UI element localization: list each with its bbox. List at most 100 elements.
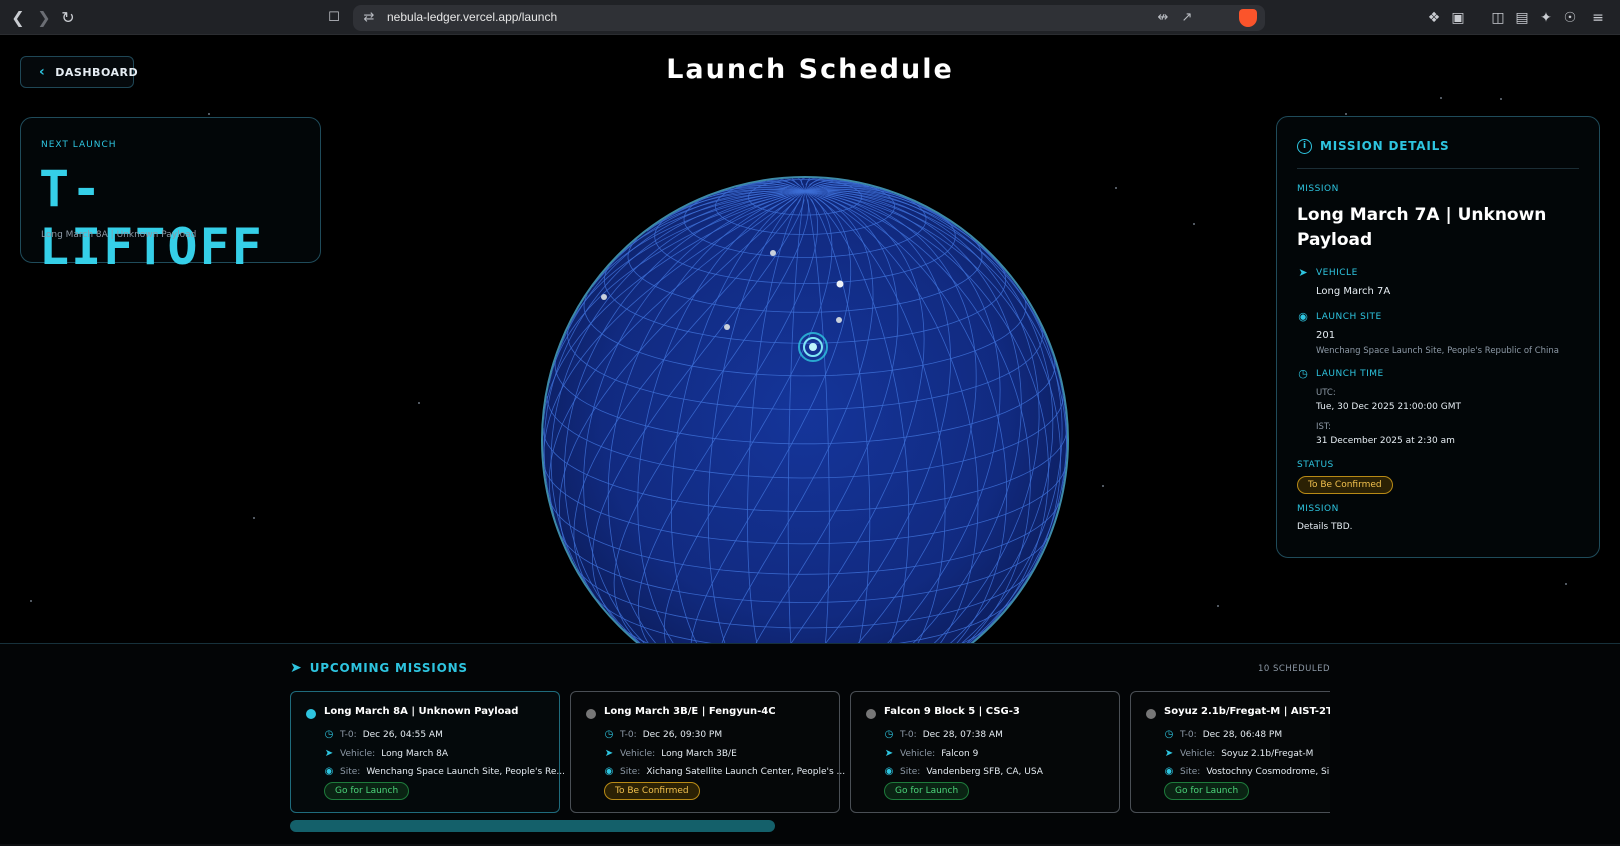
site-key: Site: <box>1180 766 1201 777</box>
menu-icon[interactable]: ≡ <box>1588 8 1608 28</box>
vehicle-key: Vehicle: <box>620 748 656 759</box>
translate-icon[interactable]: ↮ <box>1153 8 1173 28</box>
location-pin-icon: ◉ <box>324 766 334 777</box>
launch-site-marker[interactable] <box>770 250 776 256</box>
launch-site-marker[interactable] <box>836 280 844 288</box>
clock-icon: ◷ <box>1164 729 1174 740</box>
reload-icon[interactable]: ↻ <box>58 8 78 28</box>
t0-value: Dec 26, 04:55 AM <box>362 729 443 740</box>
mission-status-dot <box>586 709 596 719</box>
sidebar-icon[interactable]: ◫ <box>1488 8 1508 28</box>
mission-label: MISSION <box>1297 184 1339 194</box>
mission-card-site: ◉ Site: Xichang Satellite Launch Center, P… <box>604 766 846 777</box>
selected-site-dot <box>809 343 817 351</box>
utc-value: Tue, 30 Dec 2025 21:00:00 GMT <box>1316 402 1461 412</box>
star <box>1102 485 1104 487</box>
upcoming-missions-heading: UPCOMING MISSIONS <box>309 661 468 675</box>
status-badge: To Be Confirmed <box>1297 476 1393 494</box>
status-label: STATUS <box>1297 460 1334 470</box>
scheduled-count: 10 SCHEDULED <box>1257 664 1330 674</box>
launch-site-value: Wenchang Space Launch Site, People's Rep… <box>1316 346 1559 356</box>
location-pin-icon: ◉ <box>884 766 894 777</box>
share-icon[interactable]: ↗ <box>1177 8 1197 28</box>
mission-details-heading: MISSION DETAILS <box>1320 139 1450 153</box>
site-key: Site: <box>340 766 361 777</box>
address-bar[interactable]: ⇄ nebula-ledger.vercel.app/launch ↮ ↗ <box>353 5 1265 31</box>
vehicle-key: Vehicle: <box>340 748 376 759</box>
clock-icon: ◷ <box>884 729 894 740</box>
launch-site-marker[interactable] <box>601 294 607 300</box>
mission-details-header: i MISSION DETAILS <box>1297 139 1579 169</box>
star <box>1115 187 1117 189</box>
selected-site-marker[interactable] <box>798 332 828 362</box>
star <box>1500 98 1502 100</box>
site-key: Site: <box>900 766 921 777</box>
bookmark-icon[interactable]: ☐ <box>324 8 344 28</box>
vehicle-value: Long March 8A <box>381 748 449 759</box>
mission-carousel[interactable]: Long March 8A | Unknown Payload ◷ T-0: Dec… <box>290 691 1330 816</box>
upcoming-missions-header: ➤ UPCOMING MISSIONS <box>290 660 468 676</box>
mission-card-site: ◉ Site: Wenchang Space Launch Site, People… <box>324 766 565 777</box>
next-launch-mission: Long March 8A | Unknown Payload <box>41 230 197 240</box>
next-launch-label: NEXT LAUNCH <box>41 140 117 150</box>
extensions-icon[interactable]: ❖ <box>1424 8 1444 28</box>
vehicle-value: Long March 3B/E <box>661 748 737 759</box>
carousel-scrollbar[interactable] <box>290 820 1330 832</box>
vpn-shield-icon[interactable]: ☉ <box>1560 8 1580 28</box>
star <box>30 600 32 602</box>
globe-sphere <box>541 176 1069 645</box>
globe[interactable] <box>540 175 1070 645</box>
launch-pad-value: 201 <box>1316 330 1336 341</box>
mission-card[interactable]: Falcon 9 Block 5 | CSG-3 ◷ T-0: Dec 28, 07… <box>850 691 1120 813</box>
mission-status-dot <box>866 709 876 719</box>
brave-shield-icon[interactable] <box>1239 9 1257 27</box>
mission-card-site: ◉ Site: Vostochny Cosmodrome, Siber <box>1164 766 1330 777</box>
launch-site-marker[interactable] <box>724 324 730 330</box>
launch-time-label: LAUNCH TIME <box>1316 369 1384 379</box>
star <box>1440 97 1442 99</box>
ist-value: 31 December 2025 at 2:30 am <box>1316 436 1455 446</box>
back-arrow-icon[interactable]: ❮ <box>8 8 28 28</box>
clock-icon: ◷ <box>324 729 334 740</box>
mission-card[interactable]: Soyuz 2.1b/Fregat-M | AIST-2T 01 & ◷ T-0:… <box>1130 691 1330 813</box>
location-pin-icon: ◉ <box>604 766 614 777</box>
leo-ai-icon[interactable]: ✦ <box>1536 8 1556 28</box>
forward-arrow-icon[interactable]: ❯ <box>34 8 54 28</box>
wallet-icon[interactable]: ▤ <box>1512 8 1532 28</box>
rocket-icon: ➤ <box>604 748 614 759</box>
url-text: nebula-ledger.vercel.app/launch <box>387 10 558 24</box>
mission-desc-label: MISSION <box>1297 504 1339 514</box>
countdown-value: T-LIFTOFF <box>39 160 264 276</box>
mission-description: Details TBD. <box>1297 522 1353 532</box>
scrollbar-thumb[interactable] <box>290 820 775 832</box>
mission-card-title: Long March 3B/E | Fengyun-4C <box>604 706 776 717</box>
mission-card-vehicle: ➤ Vehicle: Long March 8A <box>324 748 448 759</box>
mission-card[interactable]: Long March 8A | Unknown Payload ◷ T-0: Dec… <box>290 691 565 813</box>
vehicle-value: Soyuz 2.1b/Fregat-M <box>1221 748 1314 759</box>
browser-toolbar: ❮ ❯ ↻ ☐ ⇄ nebula-ledger.vercel.app/launc… <box>0 0 1620 35</box>
location-pin-icon: ◉ <box>1164 766 1174 777</box>
star <box>208 113 210 115</box>
mission-card[interactable]: Long March 3B/E | Fengyun-4C ◷ T-0: Dec 26… <box>570 691 845 813</box>
globe-viewport[interactable] <box>540 175 1070 645</box>
site-info-icon[interactable]: ⇄ <box>359 8 379 28</box>
t0-key: T-0: <box>900 729 917 740</box>
vehicle-value: Long March 7A <box>1316 286 1391 297</box>
mission-card-t0: ◷ T-0: Dec 26, 04:55 AM <box>324 729 443 740</box>
site-value: Vandenberg SFB, CA, USA <box>926 766 1043 777</box>
vehicle-value: Falcon 9 <box>941 748 979 759</box>
utc-label: UTC: <box>1316 388 1336 398</box>
rocket-icon: ➤ <box>1298 266 1308 279</box>
screenshot-icon[interactable]: ▣ <box>1448 8 1468 28</box>
mission-status-badge: Go for Launch <box>1164 782 1250 800</box>
launch-site-label: LAUNCH SITE <box>1316 312 1382 322</box>
mission-card-vehicle: ➤ Vehicle: Long March 3B/E <box>604 748 737 759</box>
rocket-icon: ➤ <box>290 660 302 676</box>
launch-site-marker[interactable] <box>836 317 842 323</box>
clock-icon: ◷ <box>1298 367 1308 380</box>
t0-value: Dec 28, 06:48 PM <box>1202 729 1283 740</box>
mission-status-dot <box>306 709 316 719</box>
star <box>418 402 420 404</box>
ist-label: IST: <box>1316 422 1332 432</box>
upcoming-missions-panel: ➤ UPCOMING MISSIONS 10 SCHEDULED Long Ma… <box>0 643 1620 846</box>
